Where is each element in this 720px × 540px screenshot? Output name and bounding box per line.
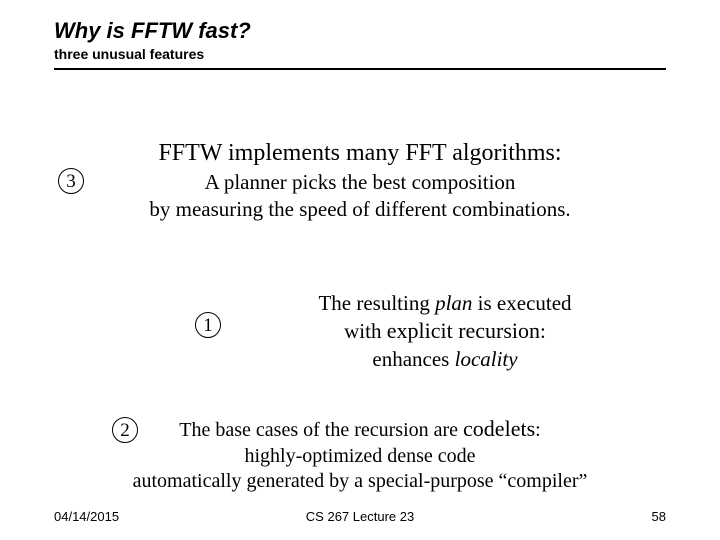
- slide-header: Why is FFTW fast? three unusual features: [0, 0, 720, 62]
- s2-l1-a: The base cases of the recursion are: [179, 419, 463, 441]
- section-2-body: The base cases of the recursion are code…: [0, 415, 720, 495]
- s2-l1-colon: :: [535, 419, 541, 441]
- s2-codelets: codelets: [463, 416, 535, 441]
- s1-l2-a: with: [344, 319, 387, 343]
- section-3-line2: by measuring the speed of different comb…: [149, 197, 570, 221]
- section-3-line1: A planner picks the best composition: [205, 170, 516, 194]
- badge-3: 3: [58, 168, 84, 194]
- badge-1: 1: [195, 312, 221, 338]
- section-1-body: The resulting plan is executed with expl…: [235, 290, 655, 373]
- header-rule: [54, 68, 666, 70]
- section-3-body: A planner picks the best composition by …: [0, 169, 720, 223]
- badge-2: 2: [112, 417, 138, 443]
- s1-l1-b: is executed: [472, 291, 571, 315]
- s1-l3-a: enhances: [372, 347, 454, 371]
- footer-page-number: 58: [652, 509, 666, 524]
- section-1: 1 The resulting plan is executed with ex…: [195, 290, 655, 373]
- s1-l2-colon: :: [540, 319, 546, 343]
- section-3-heading: FFTW implements many FFT algorithms:: [0, 140, 720, 167]
- s1-explicit: explicit: [387, 318, 458, 343]
- section-3: 3 FFTW implements many FFT algorithms: A…: [0, 140, 720, 223]
- slide: Why is FFTW fast? three unusual features…: [0, 0, 720, 540]
- slide-title: Why is FFTW fast?: [54, 18, 720, 44]
- s1-l1-a: The resulting: [318, 291, 435, 315]
- slide-subtitle: three unusual features: [54, 46, 720, 62]
- s2-l3: automatically generated by a special-pur…: [133, 470, 588, 492]
- s1-locality: locality: [455, 347, 518, 371]
- section-2: 2 The base cases of the recursion are co…: [0, 415, 720, 495]
- footer-course: CS 267 Lecture 23: [0, 509, 720, 524]
- s2-l2: highly-optimized dense code: [244, 445, 475, 467]
- s1-plan: plan: [435, 291, 472, 315]
- s1-recursion: recursion: [458, 318, 540, 343]
